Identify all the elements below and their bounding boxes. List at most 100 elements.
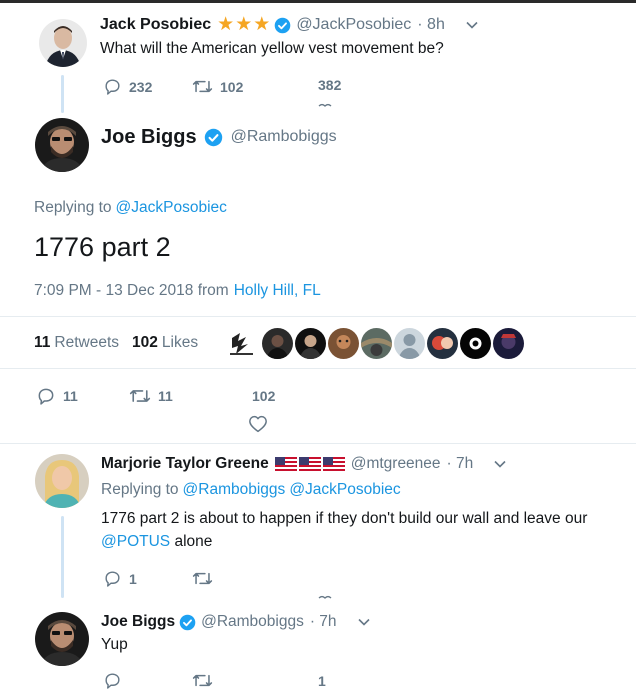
avatar-jack-posobiec[interactable] <box>39 19 87 67</box>
screenshot-frame: Jack Posobiec ★★★ @JackPosobiec · 8h Wha… <box>0 0 636 697</box>
replying-to-link[interactable]: @Rambobiggs <box>183 481 286 499</box>
replying-to-label: Replying to <box>34 199 112 216</box>
reply-icon <box>38 388 54 405</box>
reply2-text: Yup <box>101 636 128 653</box>
replying-to-label: Replying to <box>101 481 179 498</box>
tweet1-header: Jack Posobiec ★★★ @JackPosobiec · 8h <box>100 14 479 36</box>
reply1-handle[interactable]: @mtgreenee <box>351 455 441 473</box>
tweet1-reply-action[interactable]: 232 <box>103 77 152 96</box>
thread-line-2 <box>61 516 64 598</box>
stars-group: ★★★ <box>217 15 271 35</box>
retweet-icon <box>192 80 213 93</box>
liker-avatar-5[interactable] <box>361 328 392 359</box>
chevron-down-icon[interactable] <box>465 18 479 32</box>
tweet1-time[interactable]: · 8h <box>417 16 445 34</box>
reply1-reply-count: 1 <box>129 570 137 587</box>
replying-to-link[interactable]: @JackPosobiec <box>289 481 400 499</box>
liker-avatar-9[interactable] <box>493 328 524 359</box>
us-flag-icon <box>274 456 297 471</box>
tweet1-author-name[interactable]: Jack Posobiec <box>100 16 211 34</box>
main-like-count: 102 <box>252 388 276 404</box>
tweet1-text: What will the American yellow vest movem… <box>100 40 444 57</box>
main-author-name[interactable]: Joe Biggs <box>101 126 197 149</box>
reply-icon <box>105 673 120 689</box>
reply1-text-rest: alone <box>170 533 213 550</box>
main-location-link[interactable]: Holly Hill, FL <box>234 282 321 300</box>
main-timestamp-row: 7:09 PM - 13 Dec 2018 from Holly Hill, F… <box>34 282 321 300</box>
main-reply-count: 11 <box>63 388 78 404</box>
verified-badge-icon <box>179 614 196 630</box>
main-reply-action[interactable]: 11 <box>36 386 78 406</box>
tweet1-like-action[interactable]: 382 <box>318 77 341 93</box>
retweet-icon <box>192 674 213 687</box>
main-header: Joe Biggs @Rambobiggs <box>101 124 337 150</box>
avatar-joe-biggs[interactable] <box>35 118 89 172</box>
likes-count[interactable]: 102 <box>132 334 158 352</box>
tweet1-retweet-action[interactable]: 102 <box>192 77 243 96</box>
reply2-reply-action[interactable] <box>103 671 129 690</box>
reply2-retweet-action[interactable] <box>192 671 220 690</box>
divider-bottom <box>0 368 636 369</box>
verified-badge-icon <box>204 128 222 146</box>
reply2-author-name[interactable]: Joe Biggs <box>101 613 175 631</box>
main-replying-to: Replying to @JackPosobiec <box>34 199 227 217</box>
liker-avatar-7[interactable] <box>427 328 458 359</box>
main-retweet-action[interactable]: 11 <box>129 386 173 406</box>
reply2-like-action[interactable]: 1 <box>318 673 326 689</box>
chevron-down-icon[interactable] <box>357 615 371 629</box>
retweets-label[interactable]: Retweets <box>54 334 119 352</box>
reply1-retweet-action[interactable] <box>192 569 220 588</box>
main-handle[interactable]: @Rambobiggs <box>231 128 337 146</box>
main-retweet-count: 11 <box>158 388 173 404</box>
divider-top <box>0 316 636 317</box>
retweet-icon <box>129 390 151 402</box>
liker-avatar-3[interactable] <box>295 328 326 359</box>
reply1-reply-action[interactable]: 1 <box>103 569 137 588</box>
reply2-time[interactable]: · 7h <box>310 613 337 631</box>
engagement-stats: 11 Retweets 102 Likes <box>34 334 198 352</box>
tweet1-retweet-count: 102 <box>220 78 244 95</box>
heart-icon-partial <box>318 595 332 599</box>
main-timestamp[interactable]: 7:09 PM - 13 Dec 2018 from <box>34 282 229 300</box>
reply1-replying-to: Replying to @Rambobiggs @JackPosobiec <box>101 481 401 499</box>
chevron-down-icon[interactable] <box>493 457 507 471</box>
reply1-text-line1: 1776 part 2 is about to happen if they d… <box>101 510 588 527</box>
us-flag-icon <box>298 456 321 471</box>
potus-mention-link[interactable]: @POTUS <box>101 533 170 551</box>
star-icon: ★ <box>253 14 271 35</box>
retweet-icon <box>192 572 213 585</box>
liker-avatar-1[interactable] <box>226 328 257 359</box>
tweet1-reply-count: 232 <box>129 78 153 95</box>
liker-avatar-6[interactable] <box>394 328 425 359</box>
main-like-count-action[interactable]: 102 <box>252 388 275 404</box>
avatar-marjorie-taylor-greene[interactable] <box>35 454 89 508</box>
reply-icon <box>105 571 120 587</box>
star-icon: ★ <box>235 14 253 35</box>
thread-line-1 <box>61 75 64 113</box>
avatar-joe-biggs-reply[interactable] <box>35 612 89 666</box>
liker-avatar-2[interactable] <box>262 328 293 359</box>
reply1-header: Marjorie Taylor Greene @mtgreenee · 7h <box>101 453 507 475</box>
reply2-header: Joe Biggs @Rambobiggs · 7h <box>101 611 371 633</box>
reply1-text-line2: @POTUS alone <box>101 533 212 551</box>
main-tweet-text: 1776 part 2 <box>34 232 171 262</box>
reply1-time[interactable]: · 7h <box>447 455 474 473</box>
retweets-count[interactable]: 11 <box>34 334 50 352</box>
flags-group <box>274 455 347 473</box>
reply2-like-count: 1 <box>318 673 326 689</box>
heart-icon[interactable] <box>248 415 268 433</box>
divider-reply1 <box>0 443 636 444</box>
liker-avatar-8[interactable] <box>460 328 491 359</box>
liker-avatar-4[interactable] <box>328 328 359 359</box>
replying-to-link[interactable]: @JackPosobiec <box>116 199 227 217</box>
verified-badge-icon <box>275 17 291 33</box>
reply-icon <box>105 79 120 95</box>
tweet1-like-count: 382 <box>318 77 342 93</box>
tweet1-handle[interactable]: @JackPosobiec <box>296 16 411 34</box>
likes-label[interactable]: Likes <box>162 334 198 352</box>
star-icon: ★ <box>217 14 235 35</box>
reply2-handle[interactable]: @Rambobiggs <box>201 613 304 631</box>
heart-icon-partial <box>318 103 332 107</box>
us-flag-icon <box>322 456 345 471</box>
reply1-author-name[interactable]: Marjorie Taylor Greene <box>101 455 269 473</box>
